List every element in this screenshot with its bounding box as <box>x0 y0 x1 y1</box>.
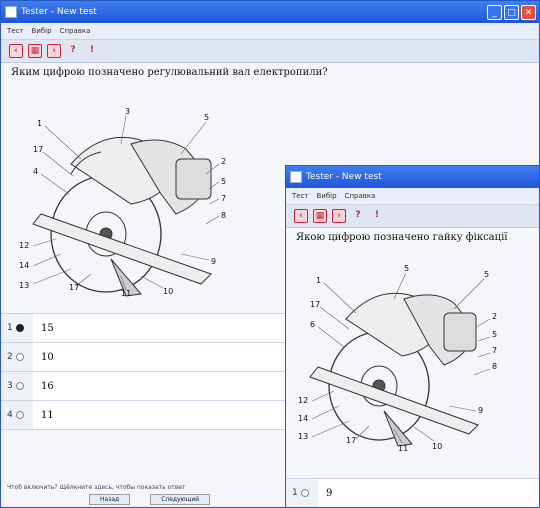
diagram-label: 2 <box>221 157 226 166</box>
diagram-label: 3 <box>125 107 130 116</box>
question-text: Якою цифрою позначено гайку фіксації <box>296 232 508 243</box>
answer-number: 1 <box>292 488 298 498</box>
answer-radio[interactable] <box>15 353 24 361</box>
answer-number: 2 <box>7 352 13 362</box>
answer-number: 4 <box>7 410 13 420</box>
grid-icon[interactable]: ▦ <box>28 44 42 58</box>
answer-number: 1 <box>7 323 13 333</box>
info-icon[interactable]: ! <box>370 209 384 223</box>
answer-value: 10 <box>33 343 286 371</box>
diagram-label: 17 <box>346 436 356 445</box>
answer-list: 1 15 2 10 3 16 4 11 <box>1 313 286 430</box>
info-icon[interactable]: ! <box>85 44 99 58</box>
second-window: Tester - New test Тест Вибір Справка ‹ ▦… <box>285 165 540 508</box>
window-title: Tester - New test <box>21 7 97 17</box>
diagram-label: 8 <box>221 211 226 220</box>
answer-value: 15 <box>33 314 286 342</box>
next-button[interactable]: Следующий <box>150 494 211 505</box>
answer-radio[interactable] <box>300 489 309 497</box>
next-icon[interactable]: › <box>332 209 346 223</box>
saw-diagram: 1 3 5 17 4 2 5 7 8 12 14 13 17 11 10 9 <box>19 107 226 298</box>
title-bar[interactable]: Tester - New test <box>286 166 539 188</box>
answer-row[interactable]: 1 15 <box>1 313 286 343</box>
diagram-label: 5 <box>492 330 497 339</box>
diagram-label: 5 <box>204 113 209 122</box>
saw-diagram: 1 5 5 17 6 2 5 7 8 12 14 13 17 11 10 9 <box>298 264 497 453</box>
answer-list: 1 9 <box>286 478 539 507</box>
diagram-label: 9 <box>478 406 483 415</box>
menu-help[interactable]: Справка <box>60 27 91 35</box>
diagram-label: 7 <box>492 346 497 355</box>
diagram-label: 14 <box>298 414 308 423</box>
menu-help[interactable]: Справка <box>345 192 376 200</box>
diagram-label: 1 <box>37 119 42 128</box>
maximize-button[interactable]: □ <box>504 4 519 20</box>
diagram-label: 4 <box>33 167 38 176</box>
toolbar: ‹ ▦ › ? ! <box>1 40 539 63</box>
answer-number: 3 <box>7 381 13 391</box>
diagram-label: 10 <box>163 287 173 296</box>
menu-test[interactable]: Тест <box>292 192 309 200</box>
menu-choice[interactable]: Вибір <box>317 192 337 200</box>
diagram-label: 17 <box>33 145 43 154</box>
minimize-button[interactable]: _ <box>487 4 502 20</box>
status-hint[interactable]: Чтоб включить? Щёлкните здесь, чтобы пок… <box>7 484 185 491</box>
diagram-label: 17 <box>310 300 320 309</box>
menu-bar: Тест Вибір Справка <box>1 23 539 40</box>
diagram-label: 17 <box>69 283 79 292</box>
diagram-label: 12 <box>298 396 308 405</box>
answer-radio-selected[interactable] <box>15 324 24 332</box>
diagram-label: 13 <box>19 281 29 290</box>
menu-bar: Тест Вибір Справка <box>286 188 539 205</box>
toolbar: ‹ ▦ › ? ! <box>286 205 539 228</box>
answer-row[interactable]: 3 16 <box>1 372 286 401</box>
close-button[interactable]: ✕ <box>521 4 536 20</box>
diagram-label: 2 <box>492 312 497 321</box>
question-text: Яким цифрою позначено регулювальний вал … <box>11 67 328 78</box>
diagram-label: 12 <box>19 241 29 250</box>
menu-choice[interactable]: Вибір <box>32 27 52 35</box>
diagram-label: 5 <box>404 264 409 273</box>
answer-value: 11 <box>33 401 286 429</box>
help-icon[interactable]: ? <box>66 44 80 58</box>
answer-value: 9 <box>318 479 539 507</box>
grid-icon[interactable]: ▦ <box>313 209 327 223</box>
prev-icon[interactable]: ‹ <box>9 44 23 58</box>
menu-test[interactable]: Тест <box>7 27 24 35</box>
answer-row[interactable]: 2 10 <box>1 343 286 372</box>
window-title: Tester - New test <box>306 172 382 182</box>
answer-value: 16 <box>33 372 286 400</box>
answer-radio[interactable] <box>15 411 24 419</box>
diagram-label: 8 <box>492 362 497 371</box>
diagram-label: 7 <box>221 194 226 203</box>
diagram-label: 9 <box>211 257 216 266</box>
answer-radio[interactable] <box>15 382 24 390</box>
diagram-label: 13 <box>298 432 308 441</box>
answer-row[interactable]: 4 11 <box>1 401 286 430</box>
back-button[interactable]: Назад <box>89 494 131 505</box>
diagram-label: 1 <box>316 276 321 285</box>
answer-row[interactable]: 1 9 <box>286 478 539 507</box>
diagram-label: 11 <box>398 444 408 453</box>
diagram-label: 5 <box>484 270 489 279</box>
next-icon[interactable]: › <box>47 44 61 58</box>
prev-icon[interactable]: ‹ <box>294 209 308 223</box>
app-icon <box>5 6 17 18</box>
title-bar[interactable]: Tester - New test _ □ ✕ <box>1 1 539 23</box>
app-icon <box>290 171 302 183</box>
diagram-label: 10 <box>432 442 442 451</box>
diagram-label: 5 <box>221 177 226 186</box>
help-icon[interactable]: ? <box>351 209 365 223</box>
diagram-label: 6 <box>310 320 315 329</box>
diagram-label: 11 <box>121 289 131 298</box>
diagram-label: 14 <box>19 261 29 270</box>
